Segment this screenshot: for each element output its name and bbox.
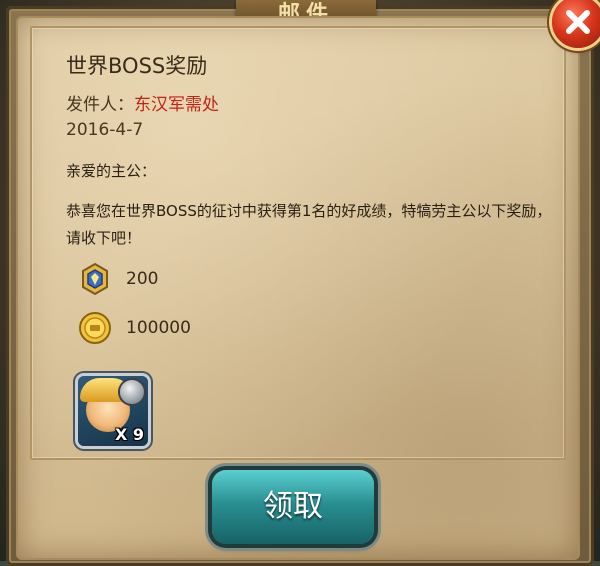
close-button[interactable] [552,0,600,48]
item-badge-icon [120,380,144,404]
claim-button-label: 领取 [263,489,323,524]
medal-token-icon [82,262,108,296]
sender-label: 发件人： [66,95,134,115]
claim-button[interactable]: 领取 [212,470,374,544]
mail-date: 2016-4-7 [66,120,144,140]
reward-amount-medal: 200 [126,269,159,289]
mail-sender: 发件人：东汉军需处 [66,90,219,115]
mail-body: 恭喜您在世界BOSS的征讨中获得第1名的好成绩，特犒劳主公以下奖励，请收下吧！ [66,202,552,247]
close-icon [566,10,590,34]
reward-row-medal: 200 [78,262,158,296]
mail-title: 世界BOSS奖励 [66,54,208,78]
reward-item-card[interactable]: X 9 [78,376,148,446]
reward-row-gold: 100000 [78,311,191,345]
mail-greeting: 亲爱的主公： [66,162,157,180]
item-count: X 9 [114,425,144,444]
reward-amount-gold: 100000 [126,318,191,338]
sender-name: 东汉军需处 [134,95,219,115]
gold-coin-icon [79,312,111,344]
